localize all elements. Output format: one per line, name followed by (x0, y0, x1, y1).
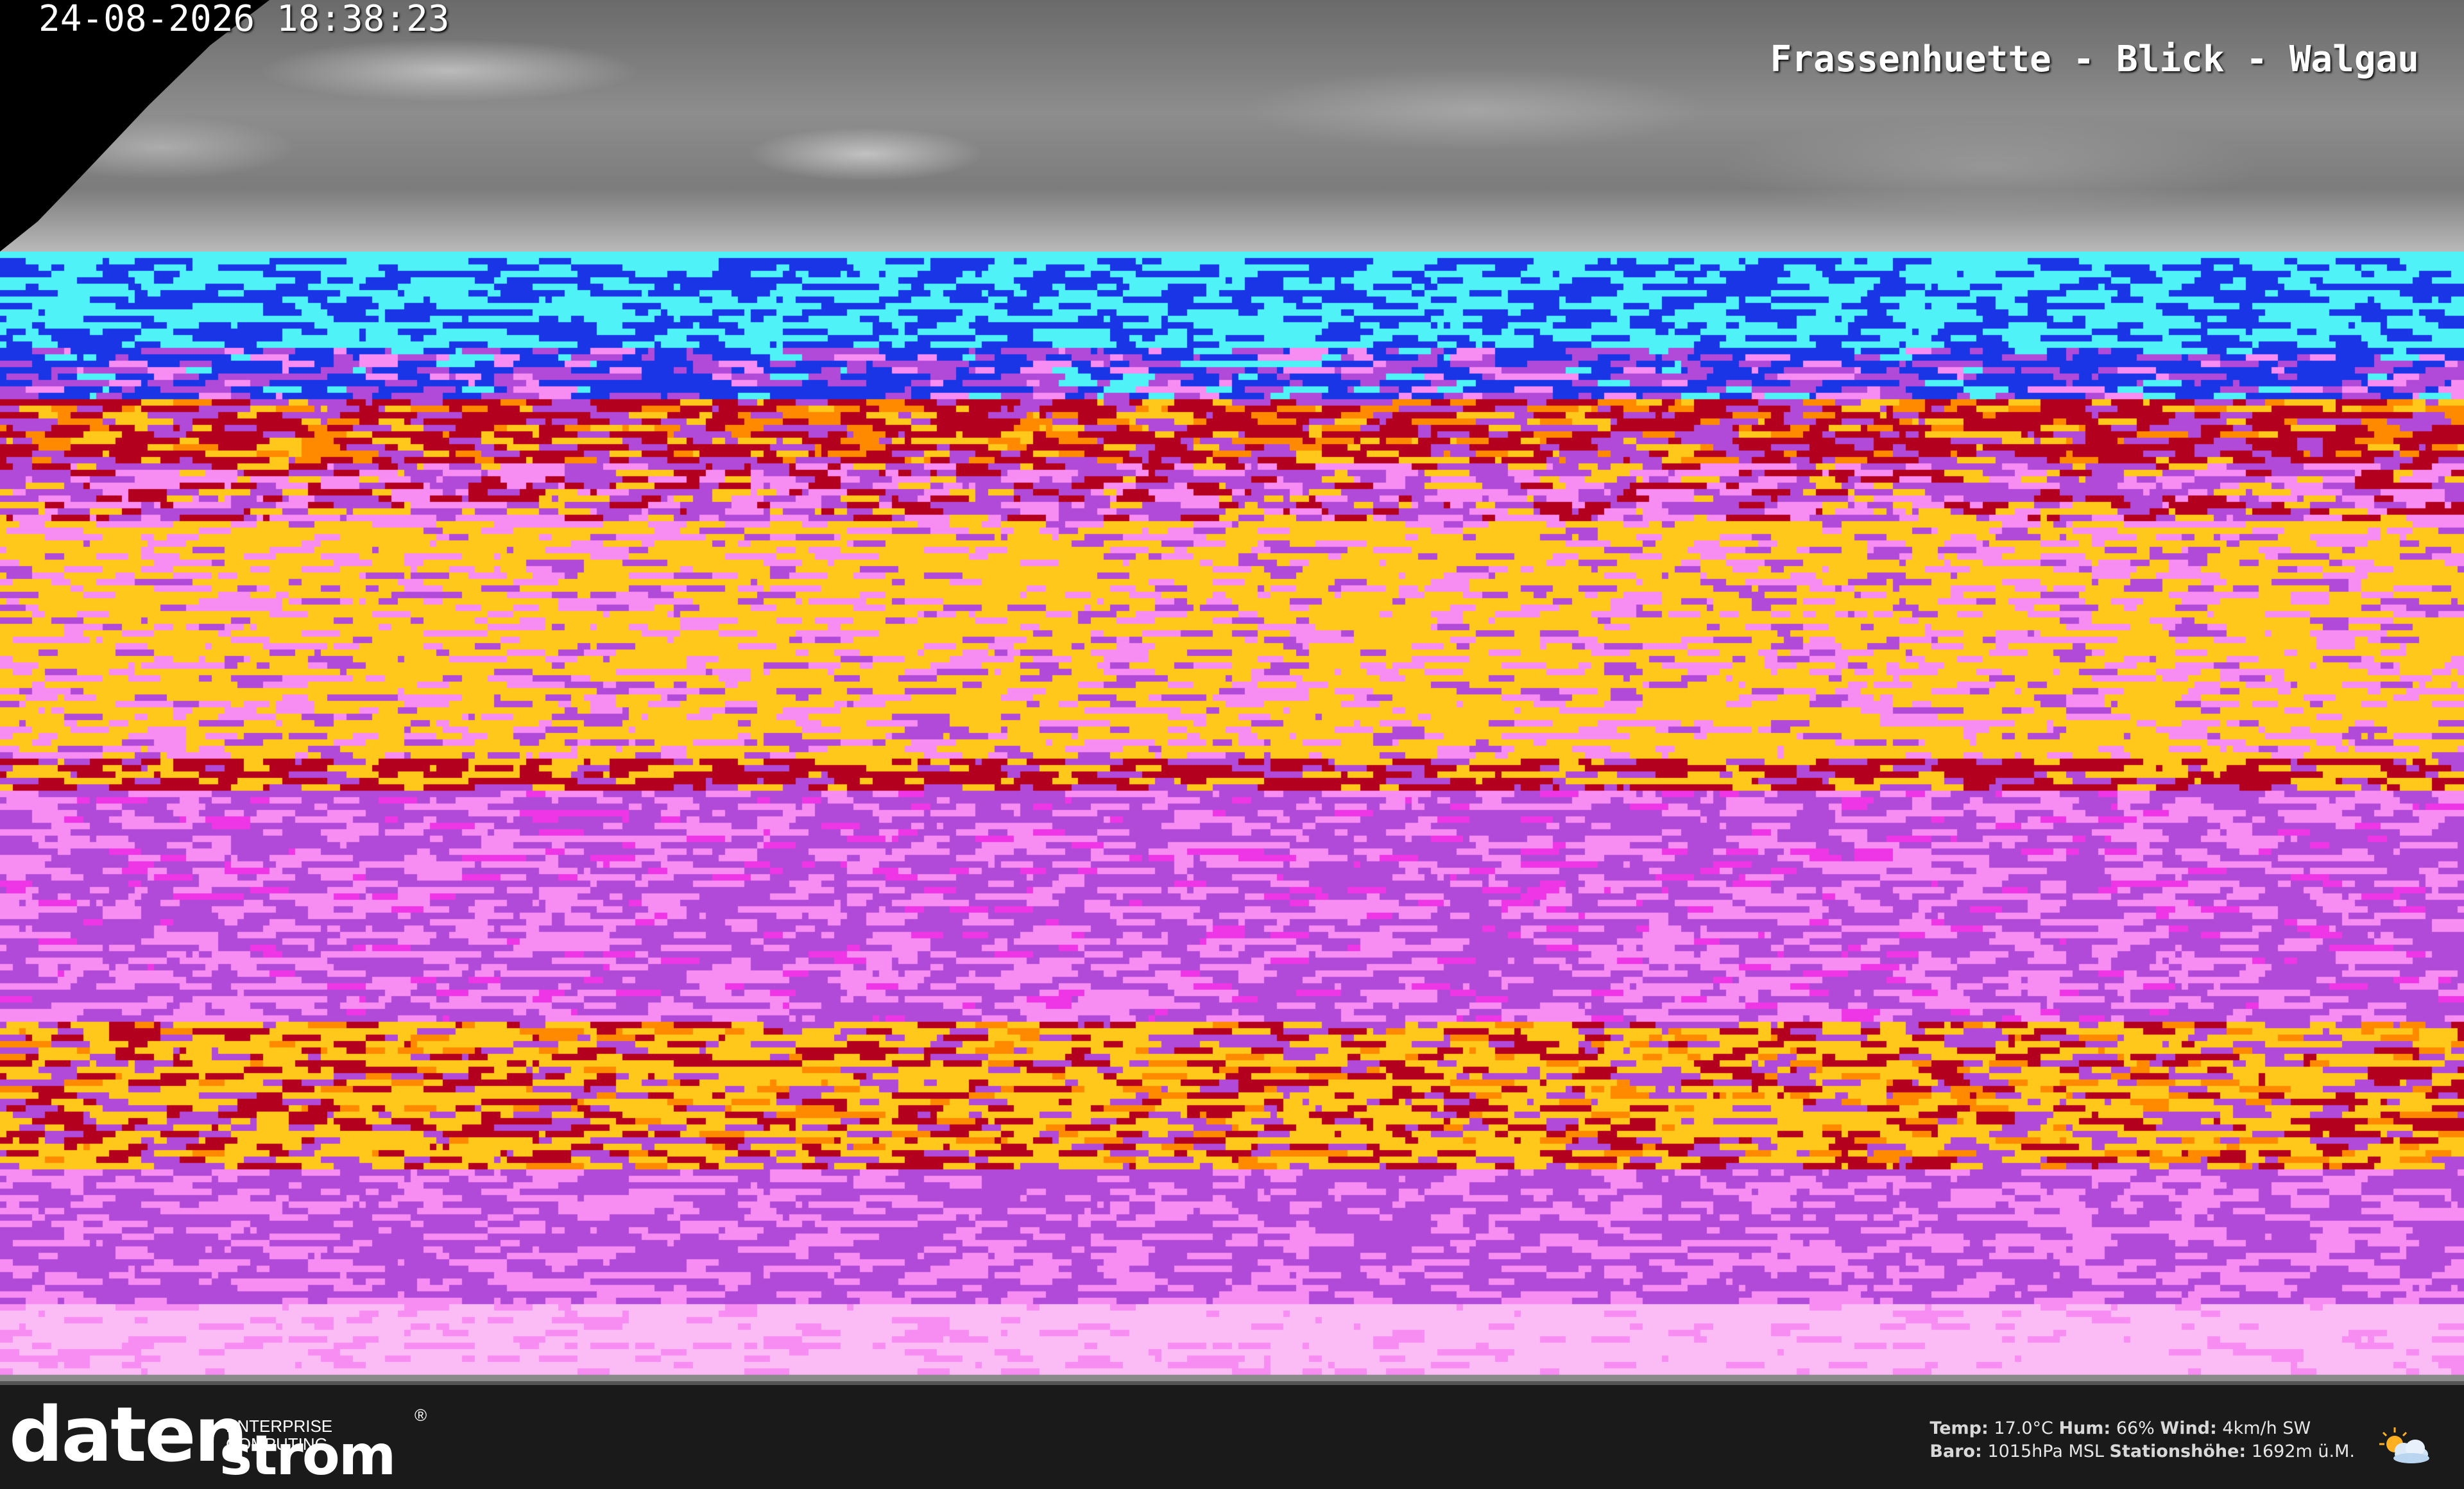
elevation-value: 1692m ü.M. (2251, 1442, 2355, 1461)
temp-value: 17.0°C (1994, 1418, 2053, 1438)
webcam-image: 24-08-2026 18:38:23 Frassenhuette - Blic… (0, 0, 2464, 1381)
weather-line-1: Temp: 17.0°C Hum: 66% Wind: 4km/h SW (1929, 1417, 2355, 1440)
footer-bar: daten ENTERPRISE COMPUTING ® strom Temp:… (0, 1381, 2464, 1489)
camera-title-overlay: Frassenhuette - Blick - Walgau (1770, 39, 2419, 80)
temp-label: Temp: (1929, 1418, 1989, 1438)
elevation-label: Stationshöhe: (2109, 1442, 2246, 1461)
hum-label: Hum: (2058, 1418, 2111, 1438)
wind-label: Wind: (2160, 1418, 2217, 1438)
weather-readout: Temp: 17.0°C Hum: 66% Wind: 4km/h SW Bar… (1929, 1417, 2355, 1463)
datenstrom-logo: daten ENTERPRISE COMPUTING ® strom (9, 1393, 432, 1488)
logo-word-daten: daten (9, 1390, 248, 1479)
baro-label: Baro: (1929, 1442, 1982, 1461)
corrupted-image-area (0, 252, 2464, 1381)
partly-cloudy-icon (2379, 1427, 2429, 1463)
wind-value: 4km/h SW (2222, 1418, 2311, 1438)
timestamp-overlay: 24-08-2026 18:38:23 (38, 0, 450, 40)
hum-value: 66% (2116, 1418, 2155, 1438)
logo-registered-mark: ® (415, 1406, 427, 1425)
baro-value: 1015hPa MSL (1987, 1442, 2104, 1461)
weather-line-2: Baro: 1015hPa MSL Stationshöhe: 1692m ü.… (1929, 1440, 2355, 1463)
webcam-viewer: 24-08-2026 18:38:23 Frassenhuette - Blic… (0, 0, 2464, 1489)
logo-word-strom: strom (219, 1424, 396, 1488)
